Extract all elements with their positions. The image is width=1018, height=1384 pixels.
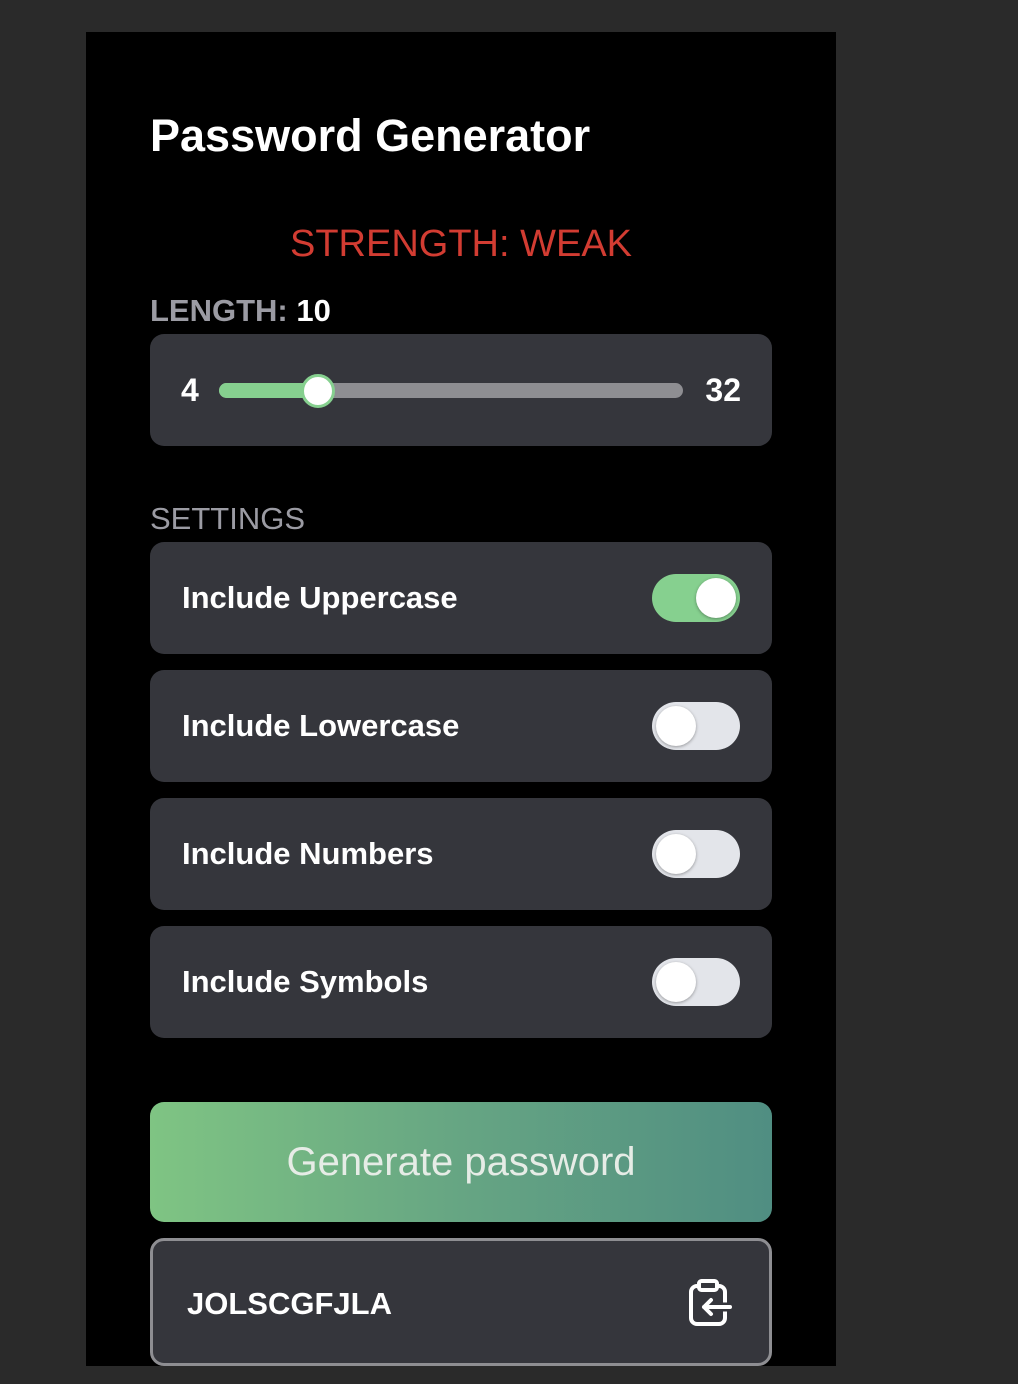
setting-label: Include Numbers	[182, 836, 434, 871]
password-generator-panel: Password Generator STRENGTH: WEAK LENGTH…	[86, 32, 836, 1366]
page-title: Password Generator	[150, 110, 591, 161]
setting-label: Include Lowercase	[182, 708, 460, 743]
setting-row-lowercase: Include Lowercase	[150, 670, 772, 782]
setting-row-symbols: Include Symbols	[150, 926, 772, 1038]
toggle-knob	[656, 706, 696, 746]
slider-min-label: 4	[181, 372, 199, 408]
toggle-knob	[656, 834, 696, 874]
toggle-knob	[656, 962, 696, 1002]
clipboard-copy-icon[interactable]	[687, 1279, 733, 1327]
slider-max-label: 32	[705, 372, 741, 408]
lowercase-toggle[interactable]	[652, 702, 740, 750]
strength-label: STRENGTH:	[289, 223, 521, 265]
setting-row-numbers: Include Numbers	[150, 798, 772, 910]
symbols-toggle[interactable]	[652, 958, 740, 1006]
setting-label: Include Symbols	[182, 964, 429, 999]
numbers-toggle[interactable]	[652, 830, 740, 878]
length-value: 10	[296, 293, 331, 328]
password-output: JOLSCGFJLA	[150, 1238, 772, 1366]
length-label: LENGTH: 10	[150, 292, 331, 330]
generated-password: JOLSCGFJLA	[187, 1286, 392, 1321]
uppercase-toggle[interactable]	[652, 574, 740, 622]
setting-row-uppercase: Include Uppercase	[150, 542, 772, 654]
setting-label: Include Uppercase	[182, 580, 458, 615]
length-slider[interactable]	[219, 373, 683, 408]
slider-thumb[interactable]	[301, 373, 336, 408]
strength-value: WEAK	[520, 223, 633, 265]
length-label-text: LENGTH:	[150, 293, 297, 328]
toggle-knob	[696, 578, 736, 618]
settings-heading: SETTINGS	[150, 501, 306, 536]
strength-indicator: STRENGTH: WEAK	[150, 220, 772, 268]
generate-password-button[interactable]: Generate password	[150, 1102, 772, 1222]
length-slider-card: 4 32	[150, 334, 772, 446]
